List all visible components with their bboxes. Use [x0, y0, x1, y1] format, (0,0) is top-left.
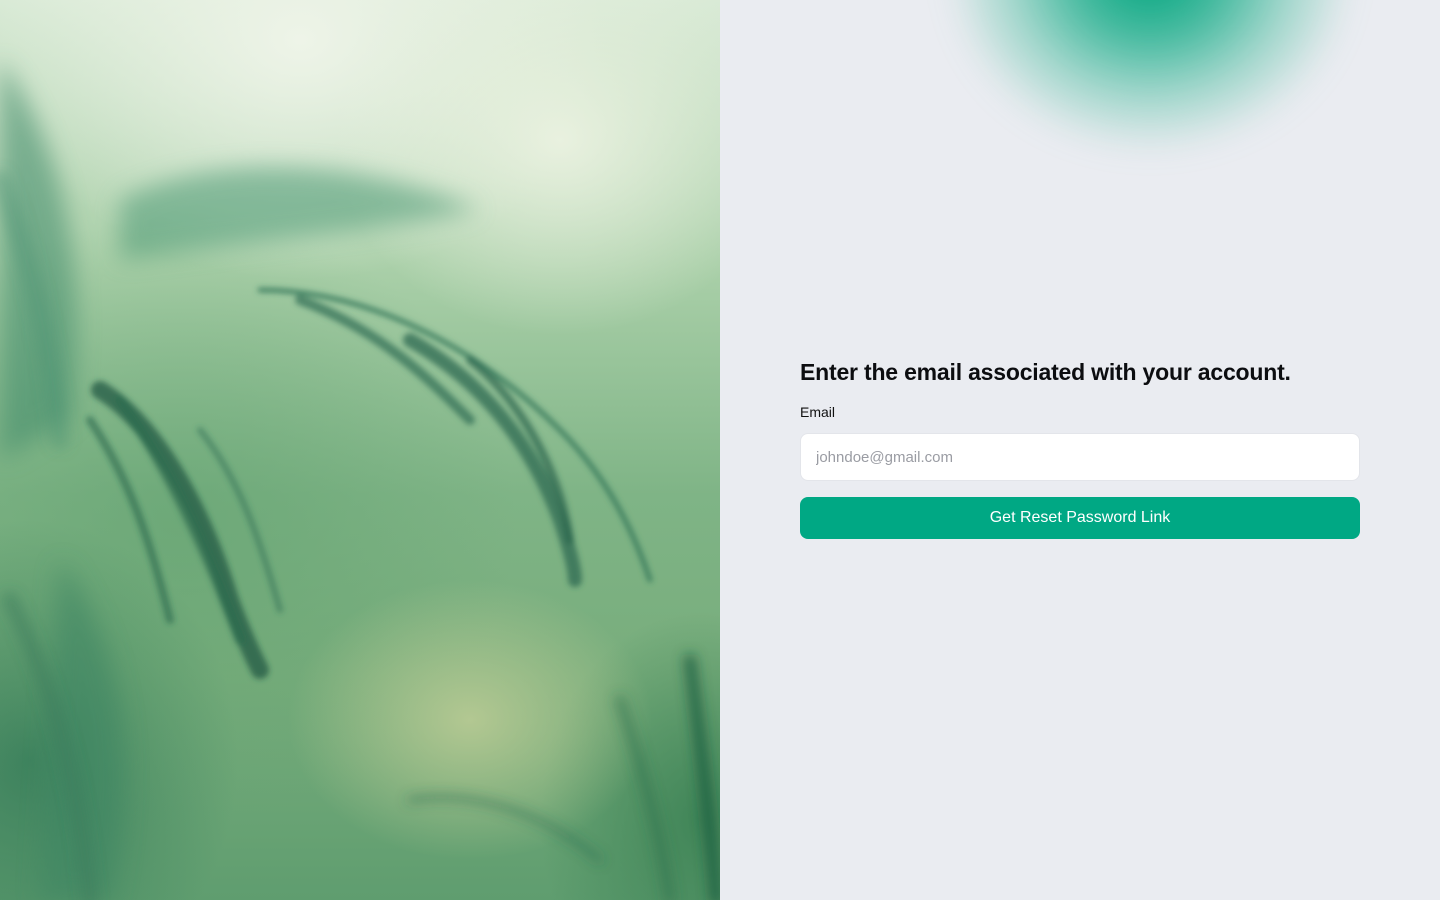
hero-image — [0, 0, 720, 900]
accent-glow — [960, 0, 1340, 140]
fern-leaves-illustration — [0, 60, 720, 900]
email-label: Email — [800, 404, 836, 420]
get-reset-link-button[interactable]: Get Reset Password Link — [800, 497, 1360, 539]
email-input[interactable] — [800, 433, 1360, 481]
form-panel: Enter the email associated with your acc… — [720, 0, 1440, 900]
reset-password-form: Enter the email associated with your acc… — [800, 356, 1360, 539]
reset-password-page: Enter the email associated with your acc… — [0, 0, 1440, 900]
form-title: Enter the email associated with your acc… — [800, 359, 1291, 385]
